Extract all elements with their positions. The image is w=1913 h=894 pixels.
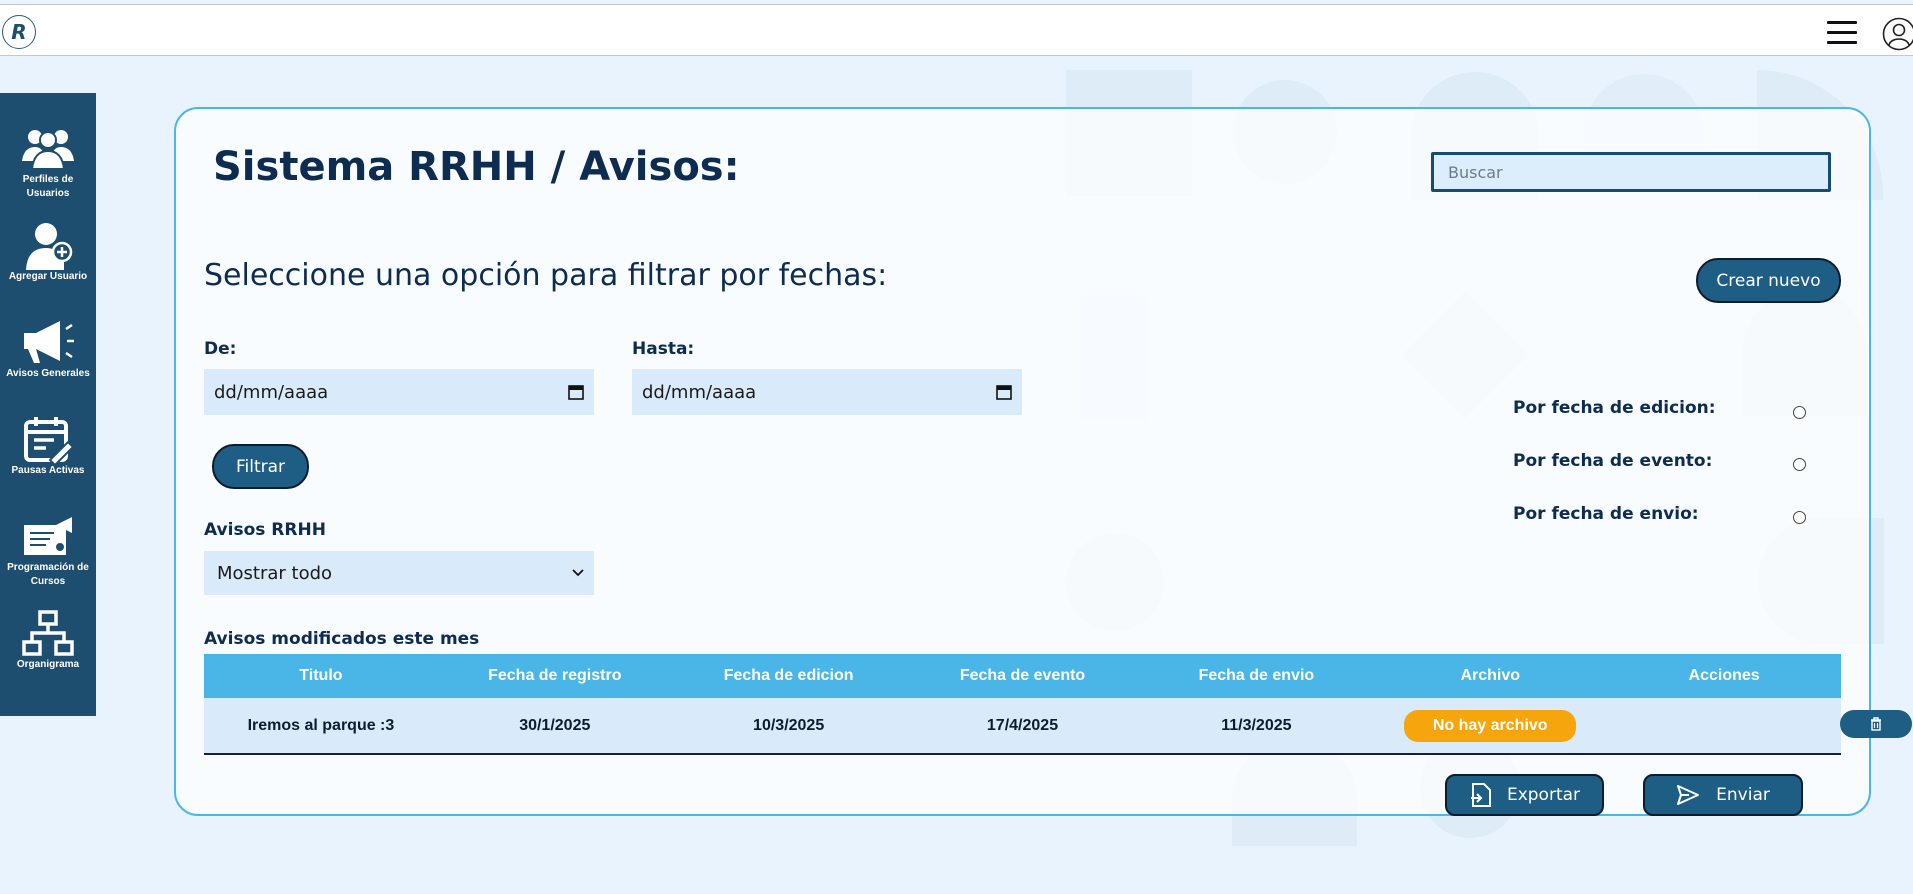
send-label: Enviar <box>1716 785 1770 805</box>
cell-fecha-envio: 11/3/2025 <box>1221 716 1292 734</box>
radio-fecha-envio[interactable] <box>1793 511 1806 524</box>
cell-fecha-edicion: 10/3/2025 <box>753 716 825 734</box>
cell-fecha-evento: 17/4/2025 <box>986 716 1059 734</box>
sidebar-item-organigrama[interactable]: Organigrama <box>0 610 96 707</box>
column-header: Acciones <box>1688 667 1760 684</box>
sidebar-item-label: Organigrama <box>16 659 80 670</box>
export-label: Exportar <box>1506 785 1581 805</box>
sidebar-item-perfiles[interactable]: Perfiles de Usuarios <box>0 125 96 222</box>
logo-letter: R <box>11 20 27 44</box>
calendar-icon[interactable] <box>568 384 584 400</box>
column-header: Fecha de edicion <box>723 667 854 684</box>
filter-title: Seleccione una opción para filtrar por f… <box>204 258 888 293</box>
sidebar-item-label: Pausas Activas <box>11 465 85 476</box>
column-header: Archivo <box>1460 667 1521 684</box>
add-user-icon <box>26 223 73 270</box>
from-label: De: <box>204 339 237 359</box>
send-button[interactable]: Enviar <box>1643 774 1803 816</box>
cell-archivo: No hay archivo <box>1373 698 1607 753</box>
radio-label-evento: Por fecha de evento: <box>1513 451 1713 471</box>
sidebar-item-label: Agregar Usuario <box>8 271 88 282</box>
radio-fecha-evento[interactable] <box>1793 458 1806 471</box>
from-date-value: dd/mm/aaaa <box>214 381 329 403</box>
sidebar-item-pausas-activas[interactable]: Pausas Activas <box>0 416 96 513</box>
sidebar-item-programacion-cursos[interactable]: Programación de Cursos <box>0 513 96 610</box>
hamburger-menu-icon[interactable] <box>1827 21 1859 47</box>
select-label: Avisos RRHH <box>204 520 326 540</box>
file-export-icon <box>1470 783 1491 807</box>
app-logo[interactable]: R <box>2 15 36 49</box>
search-input[interactable] <box>1431 152 1831 192</box>
delete-button[interactable] <box>1840 710 1912 738</box>
table-row: Iremos al parque :3 30/1/2025 10/3/2025 … <box>204 698 1912 755</box>
top-bar: R <box>0 4 1913 56</box>
cell-acciones <box>1607 698 1841 753</box>
sidebar-item-avisos-generales[interactable]: Avisos Generales <box>0 319 96 416</box>
to-date-input[interactable]: dd/mm/aaaa <box>632 369 1022 415</box>
filter-button[interactable]: Filtrar <box>212 444 309 489</box>
radio-label-edicion: Por fecha de edicion: <box>1513 398 1716 418</box>
cell-fecha-registro: 30/1/2025 <box>519 716 591 734</box>
users-icon <box>22 130 74 170</box>
cell-titulo: Iremos al parque :3 <box>247 716 395 734</box>
column-header: Titulo <box>299 667 343 684</box>
chevron-down-icon <box>572 569 584 577</box>
radio-label-envio: Por fecha de envio: <box>1513 504 1699 524</box>
sidebar-item-label: Perfiles de Usuarios <box>22 174 74 199</box>
no-file-badge: No hay archivo <box>1404 709 1577 742</box>
user-profile-icon[interactable] <box>1882 17 1913 51</box>
sidebar-item-label: Programación de Cursos <box>7 562 89 587</box>
trash-icon <box>1871 717 1881 731</box>
table-header: Titulo Fecha de registro Fecha de edicio… <box>204 654 1841 698</box>
calendar-edit-icon <box>24 417 75 464</box>
column-header: Fecha de evento <box>959 667 1086 684</box>
org-chart-icon <box>22 610 74 656</box>
avisos-select[interactable]: Mostrar todo <box>204 551 594 595</box>
table-caption: Avisos modificados este mes <box>204 629 480 649</box>
sidebar-item-agregar-usuario[interactable]: Agregar Usuario <box>0 222 96 319</box>
radio-fecha-edicion[interactable] <box>1793 406 1806 419</box>
sidebar: Perfiles de Usuarios Agregar Usuario Avi… <box>0 93 96 716</box>
send-icon <box>1677 785 1700 805</box>
select-value: Mostrar todo <box>217 562 333 584</box>
column-header: Fecha de registro <box>488 667 622 684</box>
to-date-value: dd/mm/aaaa <box>642 381 757 403</box>
create-new-button[interactable]: Crear nuevo <box>1696 258 1841 303</box>
column-header: Fecha de envio <box>1198 667 1315 684</box>
from-date-input[interactable]: dd/mm/aaaa <box>204 369 594 415</box>
megaphone-icon <box>24 321 74 363</box>
course-certificate-icon <box>24 517 72 555</box>
calendar-icon[interactable] <box>996 384 1012 400</box>
export-button[interactable]: Exportar <box>1445 774 1604 816</box>
to-label: Hasta: <box>632 339 695 359</box>
page-title: Sistema RRHH / Avisos: <box>213 144 740 190</box>
sidebar-item-label: Avisos Generales <box>6 368 90 379</box>
